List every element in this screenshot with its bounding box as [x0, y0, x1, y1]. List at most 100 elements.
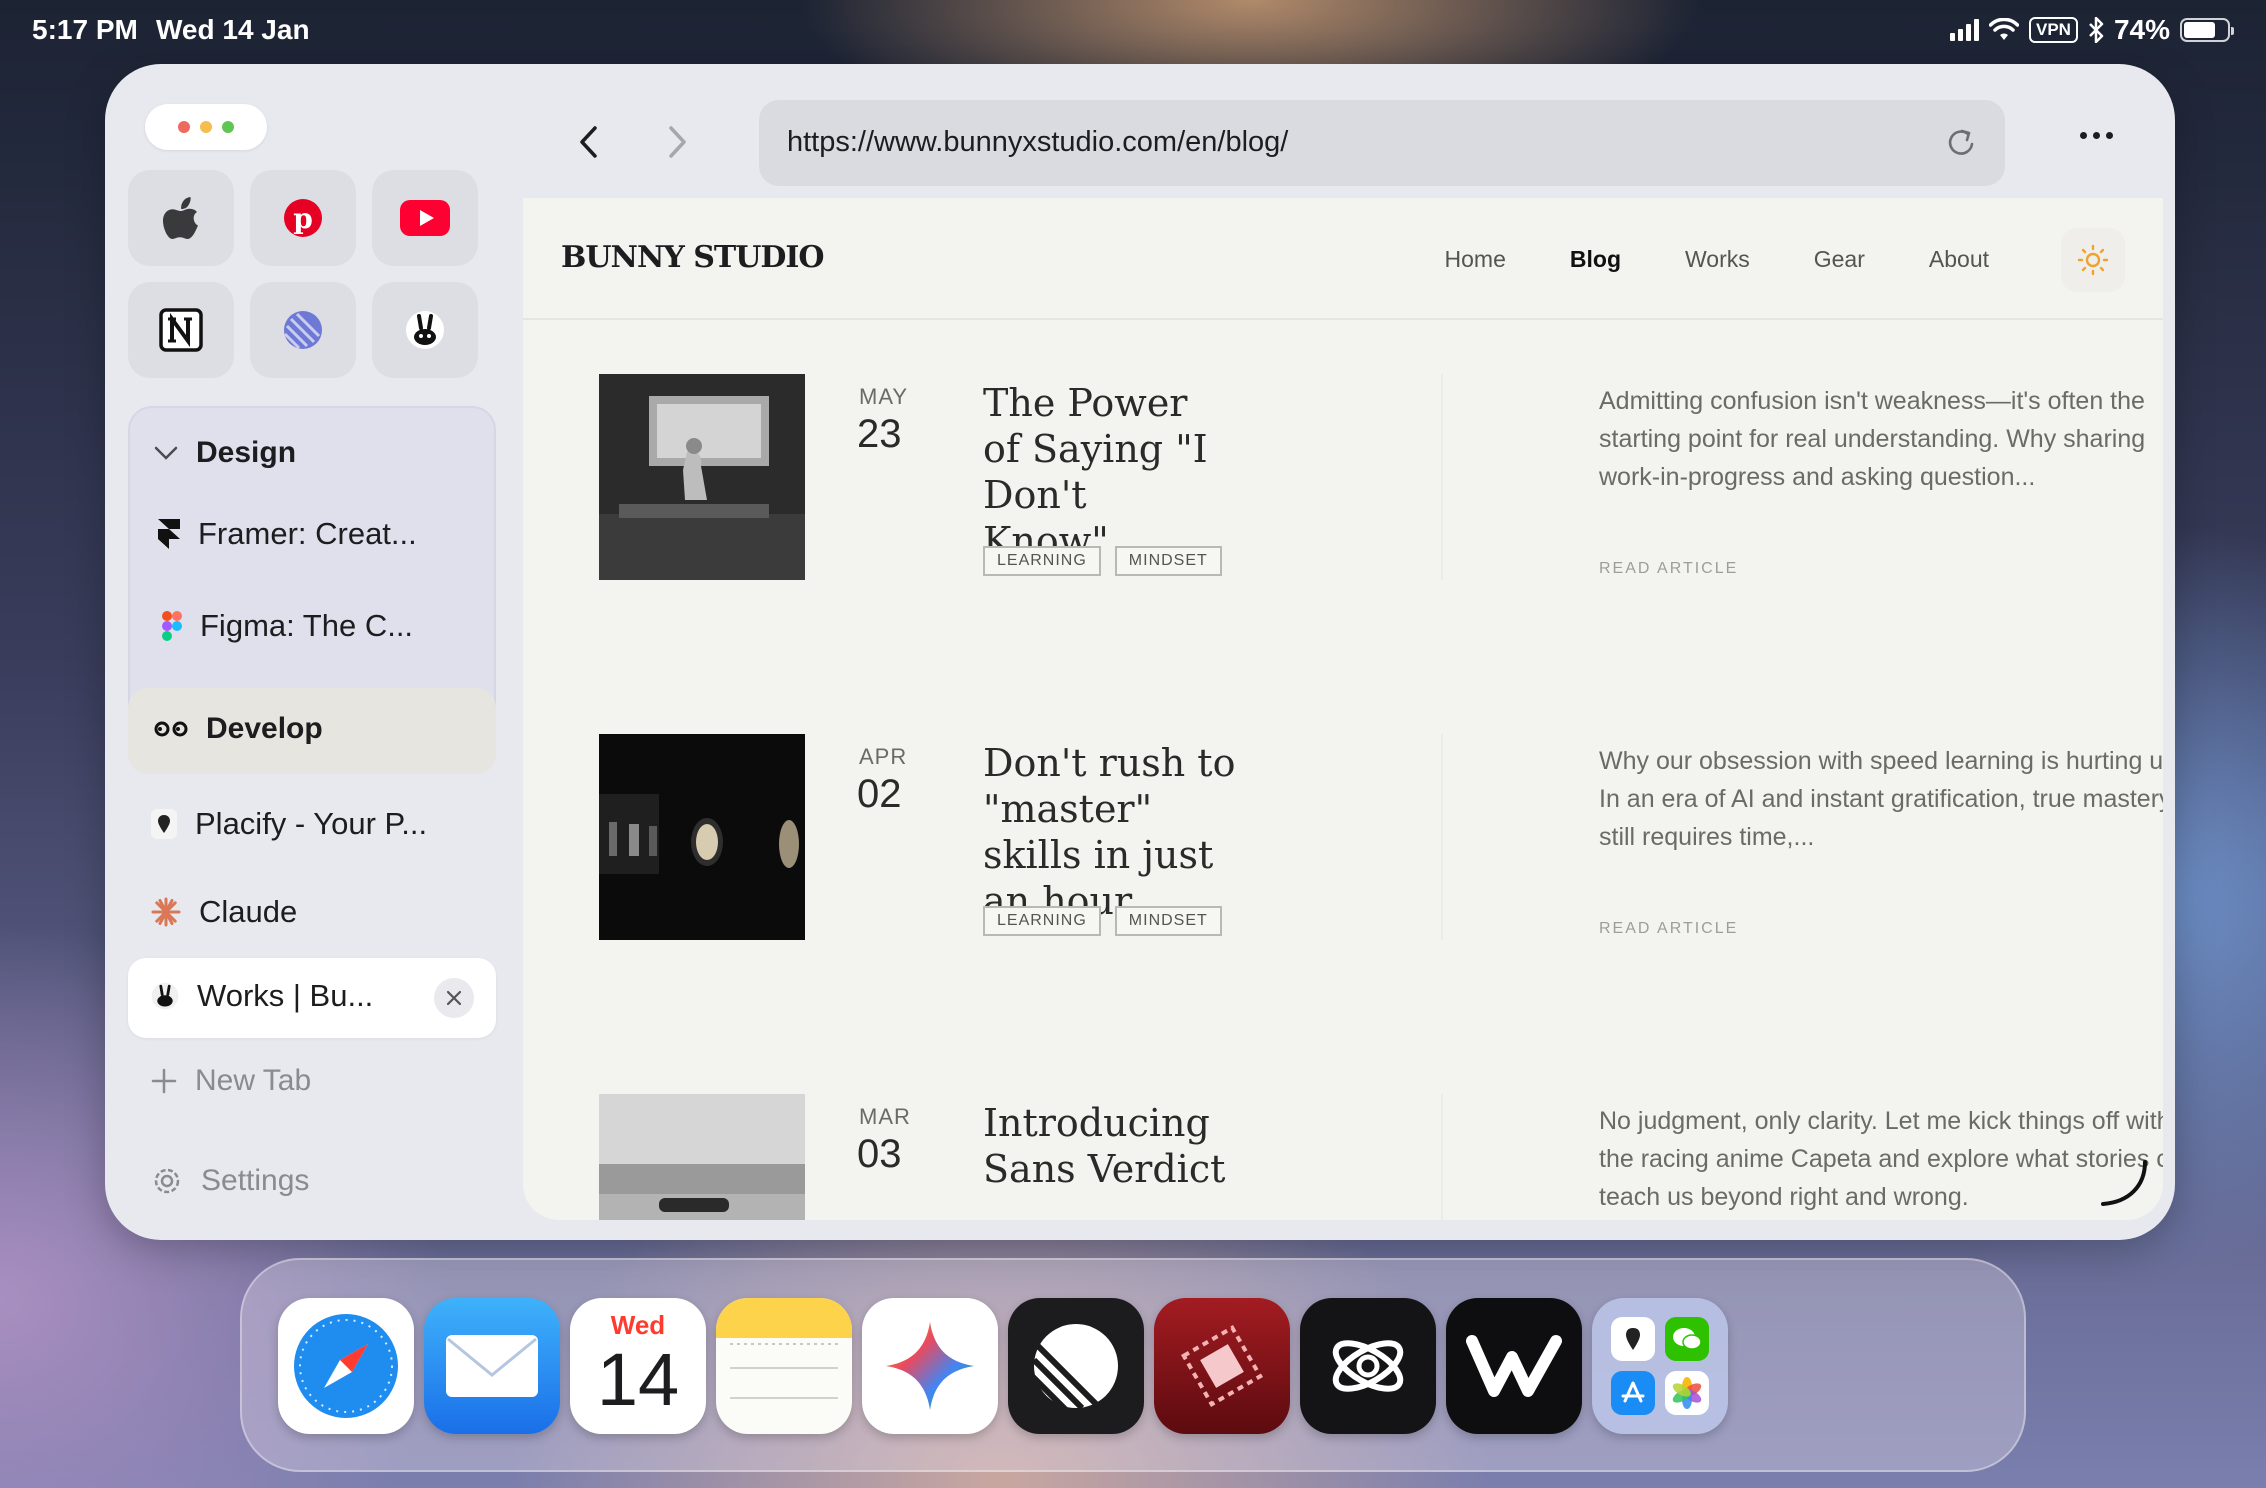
mail-icon: [446, 1335, 538, 1397]
post-tags: LEARNING MINDSET: [983, 546, 1222, 576]
read-article-link[interactable]: READ ARTICLE: [1599, 560, 1738, 578]
claude-icon: [151, 897, 181, 927]
minimize-window-dot[interactable]: [200, 121, 212, 133]
sidebar: p Design Framer: Creat... Figma: The C..…: [105, 64, 525, 1240]
post-title[interactable]: Don't rush to "master" skills in just an…: [983, 740, 1253, 924]
site-logo[interactable]: BUNNY STUDIO: [561, 240, 825, 275]
battery-icon: [2180, 18, 2234, 42]
sidebar-tab-works-active[interactable]: Works | Bu...: [128, 958, 496, 1038]
status-time: 5:17 PM: [32, 14, 138, 45]
resize-handle-icon[interactable]: [2099, 1158, 2149, 1208]
post-image-airplane-window: [599, 734, 805, 940]
read-article-link[interactable]: READ ARTICLE: [1599, 920, 1738, 938]
post-month: MAY: [859, 384, 909, 409]
favorites-grid: p: [128, 170, 478, 378]
tab-group-design-header[interactable]: Design: [154, 436, 296, 470]
blog-post[interactable]: MAY 23 The Power of Saying "I Don't Know…: [523, 374, 2163, 674]
sidebar-tab-label: Framer: Creat...: [198, 516, 417, 551]
site-header: BUNNY STUDIO Home Blog Works Gear About: [523, 198, 2163, 320]
post-thumbnail[interactable]: [599, 1094, 805, 1220]
linear-icon: [1029, 1324, 1118, 1413]
photos-icon: [1665, 1371, 1709, 1415]
screens-icon: [1181, 1325, 1263, 1407]
dock-app-library[interactable]: [1592, 1298, 1728, 1434]
site-nav: Home Blog Works Gear About: [1445, 246, 1989, 273]
favorite-notion[interactable]: [128, 282, 234, 378]
nav-works[interactable]: Works: [1685, 246, 1750, 273]
dock-app-screens[interactable]: [1154, 1298, 1290, 1434]
post-title[interactable]: The Power of Saying "I Don't Know": [983, 380, 1223, 564]
linear-icon: [283, 311, 322, 350]
post-tag[interactable]: LEARNING: [983, 906, 1101, 936]
post-tag[interactable]: LEARNING: [983, 546, 1101, 576]
post-month: APR: [859, 744, 908, 769]
dock-app-notes[interactable]: [716, 1298, 852, 1434]
orbit-icon: [1332, 1340, 1404, 1392]
zoom-window-dot[interactable]: [222, 121, 234, 133]
sidebar-tab-label: Claude: [199, 894, 298, 929]
app-library-icon: [1611, 1317, 1709, 1415]
nav-gear[interactable]: Gear: [1814, 246, 1865, 273]
sidebar-tab-label: Works | Bu...: [197, 978, 374, 1013]
tab-group-label: Develop: [206, 712, 323, 745]
nav-blog[interactable]: Blog: [1570, 246, 1621, 273]
more-options-icon[interactable]: [2080, 132, 2113, 139]
post-day: 03: [857, 1132, 902, 1176]
dock-app-orbit[interactable]: [1300, 1298, 1436, 1434]
browser-window: p Design Framer: Creat... Figma: The C..…: [105, 64, 2175, 1240]
settings-button[interactable]: Settings: [151, 1164, 309, 1198]
settings-label: Settings: [201, 1164, 310, 1197]
post-excerpt: Why our obsession with speed learning is…: [1599, 747, 2163, 851]
gear-icon: [154, 1168, 180, 1194]
theme-toggle-button[interactable]: [2061, 228, 2125, 292]
sun-icon: [2077, 244, 2109, 276]
apple-icon: [163, 197, 198, 239]
sidebar-tab-placify[interactable]: Placify - Your P...: [151, 806, 427, 842]
sidebar-tab-figma[interactable]: Figma: The C...: [162, 608, 413, 644]
sidebar-tab-label: Placify - Your P...: [195, 806, 428, 841]
post-image-reading-window: [599, 374, 805, 580]
nav-about[interactable]: About: [1929, 246, 1989, 273]
favorite-pinterest[interactable]: p: [250, 170, 356, 266]
safari-icon: [294, 1314, 398, 1418]
notion-icon: [159, 308, 203, 352]
favorite-apple[interactable]: [128, 170, 234, 266]
close-window-dot[interactable]: [178, 121, 190, 133]
post-tag[interactable]: MINDSET: [1114, 906, 1222, 936]
new-tab-button[interactable]: New Tab: [151, 1064, 311, 1098]
close-tab-button[interactable]: [434, 978, 474, 1018]
dock-app-linear[interactable]: [1008, 1298, 1144, 1434]
forward-button[interactable]: [655, 120, 699, 164]
address-bar[interactable]: https://www.bunnyxstudio.com/en/blog/: [759, 100, 2005, 186]
post-tags: LEARNING MINDSET: [983, 906, 1222, 936]
post-tag[interactable]: MINDSET: [1114, 546, 1222, 576]
post-image-race-car: [599, 1094, 805, 1220]
status-date: Wed 14 Jan: [156, 14, 310, 45]
post-divider: [1441, 734, 1443, 940]
favorite-linear[interactable]: [250, 282, 356, 378]
favorite-bunny-studio[interactable]: [372, 282, 478, 378]
post-thumbnail[interactable]: [599, 374, 805, 580]
reload-button[interactable]: [1941, 122, 1981, 167]
dock-app-safari[interactable]: [278, 1298, 414, 1434]
tab-group-develop[interactable]: Develop: [128, 688, 496, 774]
post-excerpt: No judgment, only clarity. Let me kick t…: [1599, 1107, 2163, 1211]
blog-post[interactable]: MAR 03 Introducing Sans Verdict No judgm…: [523, 1094, 2163, 1220]
back-button[interactable]: [567, 120, 611, 164]
vpn-badge: VPN: [2028, 17, 2078, 43]
reload-icon: [1948, 129, 1974, 155]
sidebar-tab-claude[interactable]: Claude: [151, 894, 297, 930]
dock-app-w[interactable]: [1446, 1298, 1582, 1434]
post-title[interactable]: Introducing Sans Verdict: [983, 1100, 1243, 1192]
sidebar-tab-framer[interactable]: Framer: Creat...: [158, 516, 417, 552]
post-thumbnail[interactable]: [599, 734, 805, 940]
sidebar-tab-label: Figma: The C...: [200, 608, 414, 643]
blog-post[interactable]: APR 02 Don't rush to "master" skills in …: [523, 734, 2163, 1034]
favorite-youtube[interactable]: [372, 170, 478, 266]
dock-app-gemini[interactable]: [862, 1298, 998, 1434]
window-controls[interactable]: [145, 104, 267, 150]
nav-home[interactable]: Home: [1445, 246, 1506, 273]
close-icon: [446, 990, 462, 1006]
dock-app-mail[interactable]: [424, 1298, 560, 1434]
dock-app-calendar[interactable]: Wed 14: [570, 1298, 706, 1434]
